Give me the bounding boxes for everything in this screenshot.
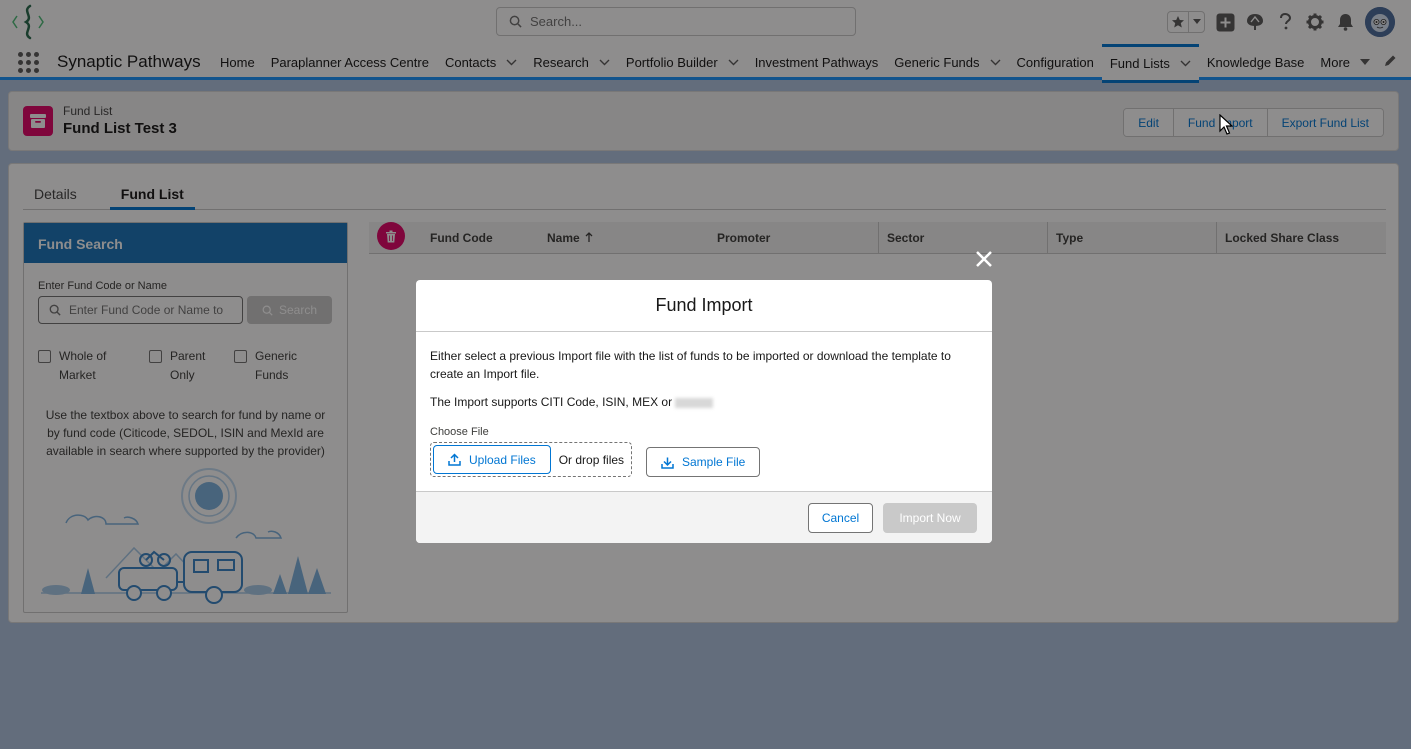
- modal-description: Either select a previous Import file wit…: [430, 349, 951, 381]
- modal-title: Fund Import: [416, 280, 992, 332]
- cancel-button[interactable]: Cancel: [808, 503, 873, 533]
- download-icon: [661, 457, 674, 469]
- upload-files-button[interactable]: Upload Files: [433, 445, 551, 474]
- upload-files-label: Upload Files: [469, 452, 536, 467]
- modal-footer: Cancel Import Now: [416, 491, 992, 543]
- modal-supports-line: The Import supports CITI Code, ISIN, MEX…: [430, 393, 978, 411]
- drop-files-text: Or drop files: [558, 452, 625, 467]
- upload-icon: [448, 453, 461, 466]
- mouse-cursor-icon: [1219, 114, 1233, 135]
- modal-supports-text: The Import supports CITI Code, ISIN, MEX…: [430, 395, 673, 409]
- choose-file-label: Choose File: [430, 426, 489, 438]
- modal-body: Either select a previous Import file wit…: [416, 332, 992, 492]
- redacted-text: [675, 397, 714, 408]
- file-dropzone[interactable]: Upload Files Or drop files: [430, 442, 632, 477]
- modal-close-icon[interactable]: [973, 248, 995, 270]
- import-now-button[interactable]: Import Now: [883, 503, 977, 533]
- fund-import-modal: Fund Import Either select a previous Imp…: [416, 280, 992, 543]
- sample-file-label: Sample File: [682, 455, 746, 469]
- sample-file-button[interactable]: Sample File: [646, 447, 761, 477]
